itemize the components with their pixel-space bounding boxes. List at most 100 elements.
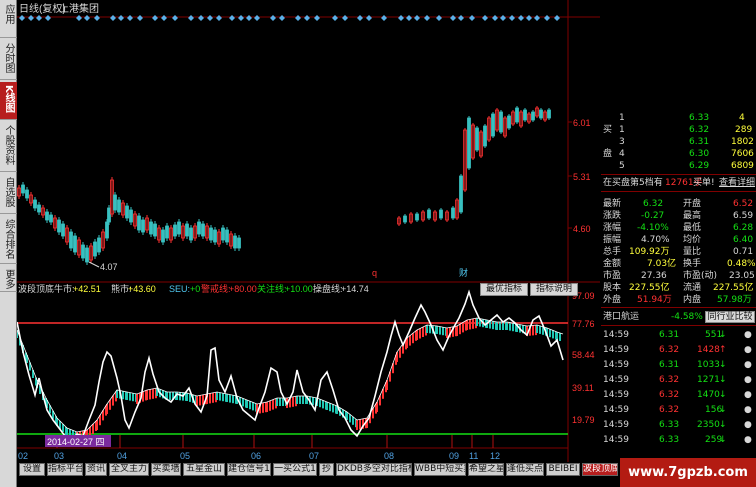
indicator-tab[interactable]: 一买公式1 xyxy=(273,463,317,476)
signal-diamond xyxy=(207,15,213,21)
sidebar-tab-more[interactable]: 更多 xyxy=(0,266,17,292)
order-volume: 7606 xyxy=(731,149,754,159)
chart-svg[interactable]: 日线(复权) 上港集团 6.01 5.31 4.60 4.07 q 财 波段顶底… xyxy=(17,0,600,462)
indicator-tab[interactable]: 逢低买点 xyxy=(506,463,544,476)
signal-diamond xyxy=(161,15,167,21)
order-row[interactable]: 3 6.31 1802 xyxy=(601,136,756,148)
indicator-tab[interactable]: 买卖墙 xyxy=(151,463,181,476)
candle-body xyxy=(531,111,535,121)
order-volume: 1802 xyxy=(731,137,754,147)
sidebar-tab-intraday[interactable]: 分时图 xyxy=(0,40,17,80)
divider xyxy=(601,174,756,175)
stat-label: 最低 xyxy=(683,223,702,233)
indicator-tab[interactable]: 波段顶底 xyxy=(582,463,618,476)
arrow-down-icon: ↓ xyxy=(719,435,727,445)
indicator-tab[interactable]: DKDB多空对比指标 xyxy=(336,463,412,476)
chart-area[interactable]: 日线(复权) 上港集团 6.01 5.31 4.60 4.07 q 财 波段顶底… xyxy=(17,0,600,487)
tick-marker: ● xyxy=(744,435,752,445)
signal-diamond xyxy=(19,15,25,21)
indicator-help-button[interactable]: 指标说明 xyxy=(530,283,578,296)
level-label-4: 39.11 xyxy=(572,383,594,393)
indicator-warning-value: +80.00 xyxy=(229,284,257,294)
sidebar-tab-profile[interactable]: 个股资料 xyxy=(0,122,17,172)
signal-diamond xyxy=(482,15,488,21)
indicator-tab[interactable]: BEIBEI xyxy=(546,463,580,476)
candle-body xyxy=(415,213,419,221)
sidebar-tab-label: 自选股 xyxy=(3,177,14,207)
order-volume: 4 xyxy=(739,113,745,123)
indicator-tab[interactable]: 抄 xyxy=(319,463,334,476)
candle-body xyxy=(515,107,519,123)
candlestick-series xyxy=(17,106,551,265)
sidebar-tab-kline[interactable]: K线图 xyxy=(0,82,17,120)
stat-value: 6.32 xyxy=(643,199,664,209)
signal-diamond xyxy=(526,15,532,21)
level-label-3: 58.44 xyxy=(572,350,595,360)
tick-row: 14:59 6.32 156 ↓ ● xyxy=(601,404,756,416)
stat-row: 总手 109.92万 量比 0.71 xyxy=(601,246,756,258)
signal-diamond xyxy=(229,15,235,21)
candle-body xyxy=(185,223,189,237)
indicator-tab[interactable]: 希望之星 xyxy=(468,463,504,476)
signal-diamond xyxy=(270,15,276,21)
signal-diamond xyxy=(414,15,420,21)
order-row[interactable]: 买 1 6.32 289 xyxy=(601,124,756,136)
month-grid xyxy=(56,435,494,448)
tick-row: 14:59 6.32 1428 ↑ ● xyxy=(601,344,756,356)
quote-panel: 1 6.33 4 买 1 6.32 289 3 6.31 1802 盘 4 6.… xyxy=(601,113,756,462)
candle-body xyxy=(483,125,487,147)
sidebar-tab-watchlist[interactable]: 自选股 xyxy=(0,174,17,214)
sidebar-tab-ranking[interactable]: 综合排名 xyxy=(0,216,17,264)
indicator-tab[interactable]: 设置 xyxy=(19,463,45,476)
stat-label: 振幅 xyxy=(603,235,622,245)
candle-body xyxy=(177,221,181,235)
date-cursor-label: 2014-02-27 四 xyxy=(47,437,105,447)
indicator-warning-label: 警戒线: xyxy=(201,283,231,294)
indicator-tab[interactable]: 资讯 xyxy=(85,463,107,476)
sidebar-tab-apps[interactable]: 应用 xyxy=(0,2,17,38)
candle-body xyxy=(209,227,213,241)
indicator-tab[interactable]: 五星金山 xyxy=(183,463,225,476)
indicator-bear-value: +43.60 xyxy=(128,284,156,294)
stat-label: 均价 xyxy=(683,235,702,245)
candle-body xyxy=(459,175,463,213)
candle-body xyxy=(105,221,109,239)
bid-notice-suffix: 买单! xyxy=(693,178,715,188)
indicator-tab[interactable]: WBB中短买卖 xyxy=(414,463,466,476)
stat-value: 109.92万 xyxy=(629,247,670,257)
signal-diamond xyxy=(398,15,404,21)
x-axis-month-label: 11 xyxy=(469,451,478,461)
order-row[interactable]: 盘 4 6.30 7606 xyxy=(601,148,756,160)
sector-name[interactable]: 港口航运 xyxy=(603,310,639,324)
order-level: 1 xyxy=(619,125,625,135)
tick-time: 14:59 xyxy=(603,360,629,370)
level-label-5: 19.79 xyxy=(572,415,595,425)
low-price-label: 4.07 xyxy=(100,262,118,272)
signal-diamond xyxy=(534,15,540,21)
candle-body xyxy=(33,199,37,209)
indicator-tab[interactable]: 指标平台 xyxy=(47,463,83,476)
candle-body xyxy=(25,189,29,199)
indicator-bull-value: +42.51 xyxy=(73,284,101,294)
stat-value: 23.05 xyxy=(729,271,755,281)
indicator-tab[interactable]: 全叉主力 xyxy=(109,463,149,476)
tick-price: 6.32 xyxy=(659,375,680,385)
x-axis-month-label: 07 xyxy=(309,451,319,461)
stat-value: 6.52 xyxy=(733,199,754,209)
indicator-bull-label: 牛市: xyxy=(54,283,75,294)
signal-diamond xyxy=(246,15,252,21)
indicator-tab[interactable]: 建仓信号1 xyxy=(227,463,271,476)
signal-diamond xyxy=(84,15,90,21)
order-row[interactable]: 5 6.29 6809 xyxy=(601,160,756,172)
stat-label: 涨跌 xyxy=(603,211,622,221)
compare-industry-button[interactable]: 同行业比较 xyxy=(705,311,755,323)
tick-time: 14:59 xyxy=(603,390,629,400)
signal-diamond xyxy=(381,15,387,21)
stat-value: 57.98万 xyxy=(717,295,752,305)
order-row[interactable]: 1 6.33 4 xyxy=(601,112,756,124)
best-indicator-button[interactable]: 最优指标 xyxy=(480,283,528,296)
tick-price: 6.33 xyxy=(659,420,680,430)
arrow-down-icon: ↓ xyxy=(719,375,727,385)
signal-diamonds xyxy=(19,15,560,21)
view-detail-link[interactable]: 查看详细 xyxy=(719,177,755,189)
